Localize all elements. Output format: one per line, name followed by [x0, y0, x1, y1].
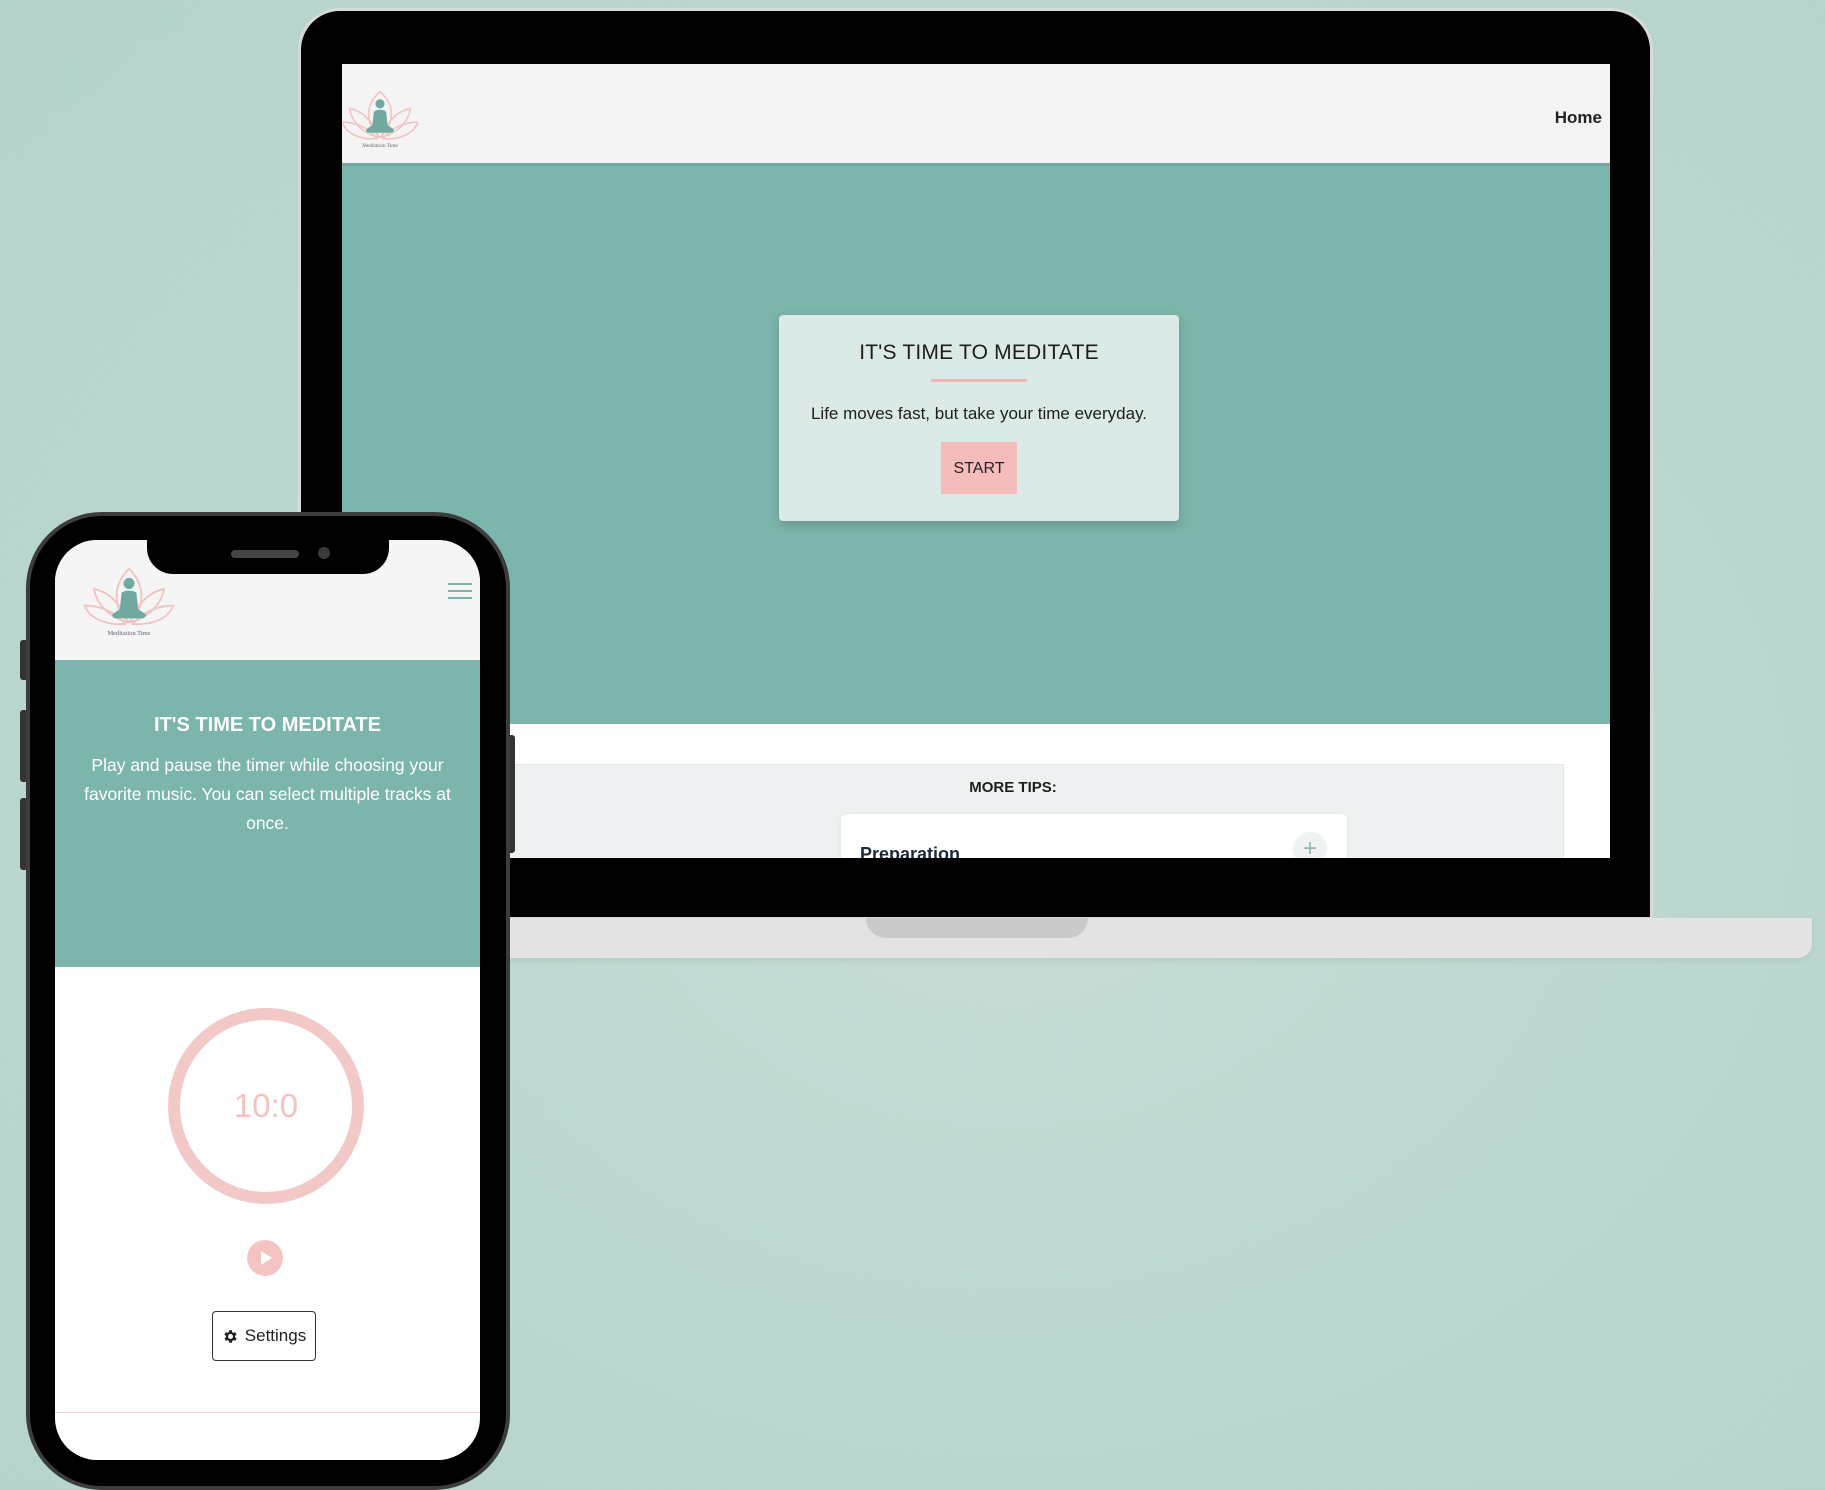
phone-speaker: [231, 550, 299, 558]
mobile-hero: IT'S TIME TO MEDITATE Play and pause the…: [55, 660, 480, 967]
more-tips-title: MORE TIPS:: [969, 779, 1057, 796]
tip-accordion-item[interactable]: Preparation +: [841, 814, 1347, 858]
start-button[interactable]: START: [941, 442, 1017, 494]
settings-button[interactable]: Settings: [212, 1311, 316, 1361]
desktop-navbar: Meditation Time Home: [342, 64, 1610, 166]
play-button[interactable]: [247, 1240, 283, 1276]
hamburger-menu-icon[interactable]: [448, 583, 472, 603]
play-icon: [261, 1251, 272, 1265]
hero-card-divider: [931, 379, 1027, 382]
gear-icon: [224, 1329, 237, 1343]
mobile-hero-text: Play and pause the timer while choosing …: [84, 755, 451, 833]
mobile-hero-title: IT'S TIME TO MEDITATE: [154, 714, 381, 736]
timer-ring: 10:0: [168, 1008, 364, 1204]
laptop-base: [455, 918, 1812, 958]
tip-label: Preparation: [860, 844, 961, 858]
plus-icon[interactable]: +: [1293, 832, 1327, 858]
more-tips-section: MORE TIPS: Preparation +: [462, 764, 1564, 858]
hero-card-title: IT'S TIME TO MEDITATE: [859, 341, 1099, 364]
laptop-notch: [866, 918, 1088, 938]
logo-text: Meditation Time: [362, 143, 398, 149]
logo-text: Meditation Time: [107, 630, 150, 637]
timer-display: 10:0: [233, 1087, 299, 1124]
desktop-hero: IT'S TIME TO MEDITATE Life moves fast, b…: [342, 166, 1610, 724]
hero-card-text: Life moves fast, but take your time ever…: [810, 404, 1148, 423]
hero-card: IT'S TIME TO MEDITATE Life moves fast, b…: [779, 315, 1179, 521]
mobile-screen: Meditation Time IT'S TIME TO MEDITATE Pl…: [55, 540, 480, 1460]
lotus-meditation-logo-icon[interactable]: Meditation Time: [342, 78, 418, 154]
settings-label: Settings: [244, 1326, 307, 1345]
phone-camera: [318, 547, 330, 559]
footer-divider: [55, 1412, 480, 1413]
nav-home-link[interactable]: Home: [1555, 108, 1602, 128]
desktop-screen: Meditation Time Home IT'S TIME TO MEDITA…: [342, 64, 1610, 858]
